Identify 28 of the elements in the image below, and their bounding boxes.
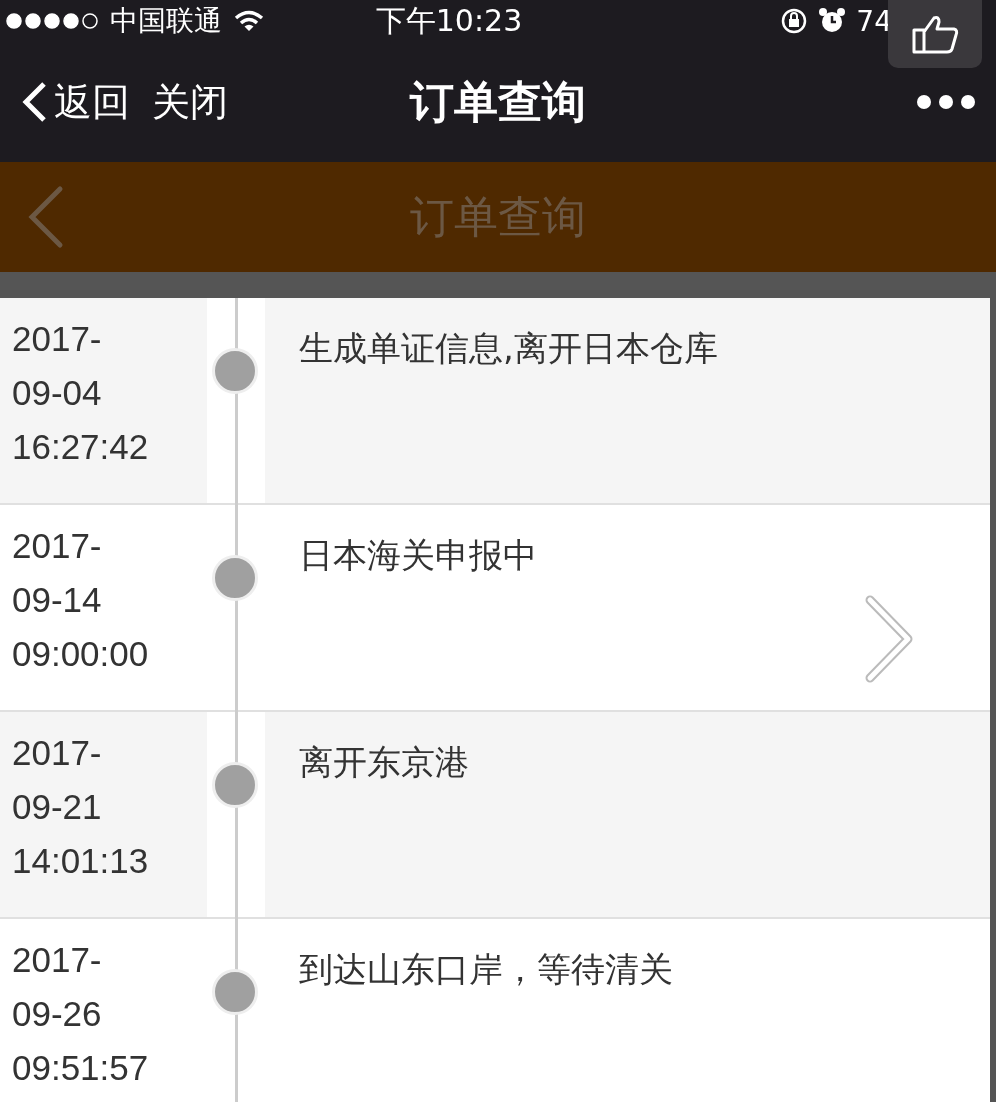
- timestamp: 2017- 09-14 09:00:00: [11, 525, 150, 675]
- battery-percent: 74: [856, 4, 892, 38]
- wifi-icon: [234, 10, 264, 32]
- event-text: 生成单证信息,离开日本仓库: [298, 327, 718, 370]
- alarm-icon: [818, 7, 847, 35]
- event-text: 日本海关申报中: [298, 534, 537, 577]
- signal-icon: [6, 13, 98, 29]
- clock-time: 下午10:23: [375, 1, 523, 40]
- timeline-dot: [212, 762, 258, 808]
- timeline-dot: [212, 969, 258, 1015]
- more-button[interactable]: [916, 94, 976, 110]
- back-button[interactable]: 返回: [20, 76, 130, 128]
- thumbs-up-icon: [910, 14, 960, 54]
- timestamp: 2017- 09-26 09:51:57: [11, 939, 150, 1089]
- event-text: 离开东京港: [298, 741, 469, 784]
- nav-title: 订单查询: [410, 74, 586, 129]
- carrier-name: 中国联通: [110, 3, 222, 39]
- more-icon: [916, 94, 976, 110]
- rotation-lock-icon: [780, 7, 809, 35]
- timeline-dot: [212, 348, 258, 394]
- thumbs-up-button[interactable]: [888, 0, 982, 68]
- back-chevron-icon: [20, 80, 48, 124]
- close-button[interactable]: 关闭: [152, 76, 228, 128]
- event-text: 到达山东口岸，等待清关: [298, 948, 673, 991]
- timestamp: 2017- 09-21 14:01:13: [11, 732, 150, 882]
- page-title: 订单查询: [410, 189, 586, 244]
- timeline-dot: [212, 555, 258, 601]
- timestamp: 2017- 09-04 16:27:42: [11, 318, 150, 468]
